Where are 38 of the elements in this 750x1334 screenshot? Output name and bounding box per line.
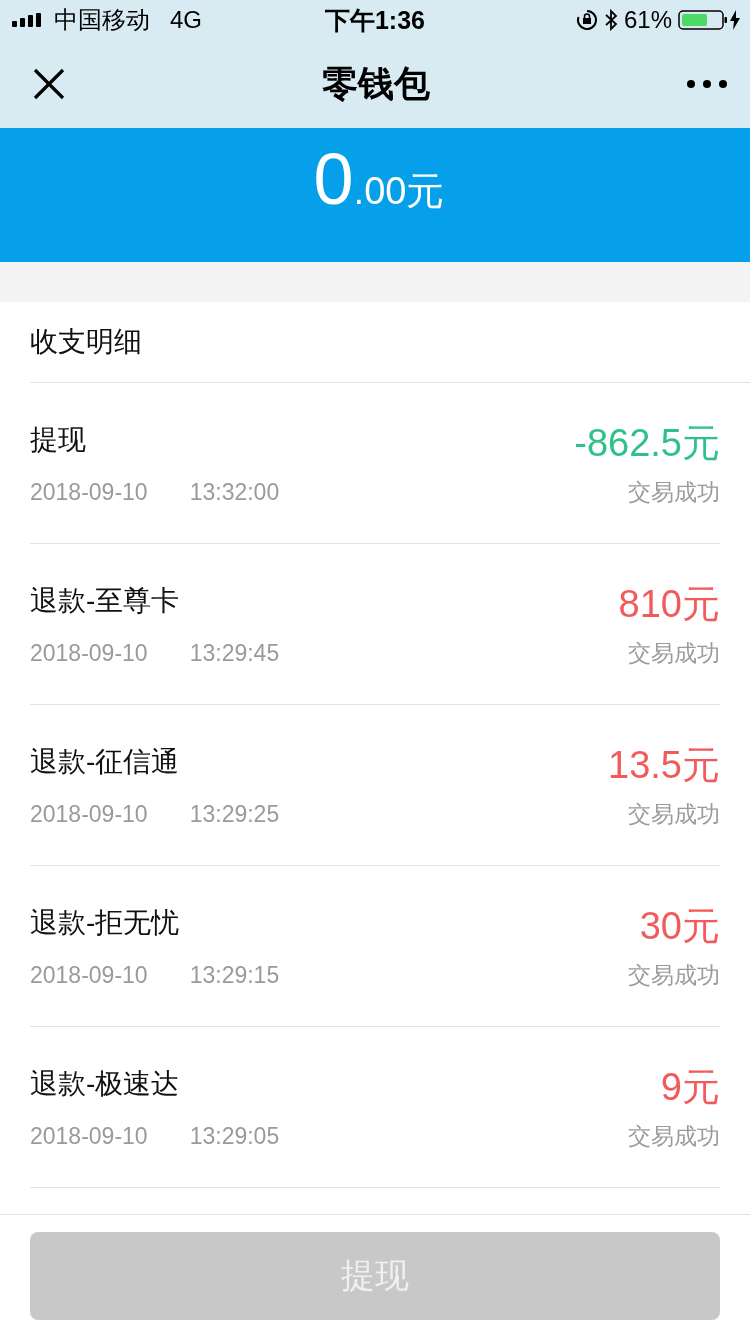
transaction-date: 2018-09-10 — [30, 639, 148, 667]
network-type: 4G — [170, 6, 202, 34]
transaction-time: 13:29:25 — [189, 800, 280, 828]
transaction-amount: 9元 — [660, 1065, 720, 1110]
transaction-date: 2018-09-10 — [30, 961, 148, 989]
transaction-date: 2018-09-10 — [30, 478, 148, 506]
transaction-date: 2018-09-10 — [30, 1122, 148, 1150]
transaction-status: 交易成功 — [628, 639, 720, 668]
transaction-status: 交易成功 — [628, 1122, 720, 1151]
carrier-name: 中国移动 — [54, 5, 150, 35]
transaction-amount: 810元 — [618, 582, 720, 627]
section-title: 收支明细 — [30, 325, 142, 359]
transaction-date: 2018-09-10 — [30, 800, 148, 828]
transaction-time: 13:32:00 — [189, 478, 280, 506]
transaction-status: 交易成功 — [628, 800, 720, 829]
transaction-status: 交易成功 — [628, 961, 720, 990]
transaction-status: 交易成功 — [628, 478, 720, 507]
rotation-lock-icon — [575, 9, 598, 31]
page-title: 零钱包 — [322, 61, 430, 106]
transaction-amount: 13.5元 — [608, 743, 720, 788]
transaction-title: 退款-极速达 — [30, 1066, 181, 1101]
battery-percent: 61% — [623, 6, 672, 34]
transaction-time: 13:29:05 — [189, 1122, 280, 1150]
transaction-amount: -862.5元 — [574, 421, 720, 466]
balance-amount: 0.00元 — [313, 138, 445, 220]
transaction-title: 退款-至尊卡 — [30, 583, 181, 618]
bluetooth-icon — [603, 9, 618, 31]
transaction-title: 退款-拒无忧 — [30, 905, 181, 940]
more-button[interactable] — [686, 79, 728, 89]
transaction-time: 13:29:15 — [189, 961, 280, 989]
transaction-time: 13:29:45 — [189, 639, 280, 667]
status-time: 下午1:36 — [323, 4, 426, 36]
charging-icon — [730, 10, 740, 30]
transaction-title: 提现 — [30, 422, 87, 457]
battery-icon — [678, 9, 728, 31]
close-button[interactable] — [32, 67, 66, 101]
transaction-amount: 30元 — [639, 904, 720, 949]
transaction-title: 退款-征信通 — [30, 744, 181, 779]
